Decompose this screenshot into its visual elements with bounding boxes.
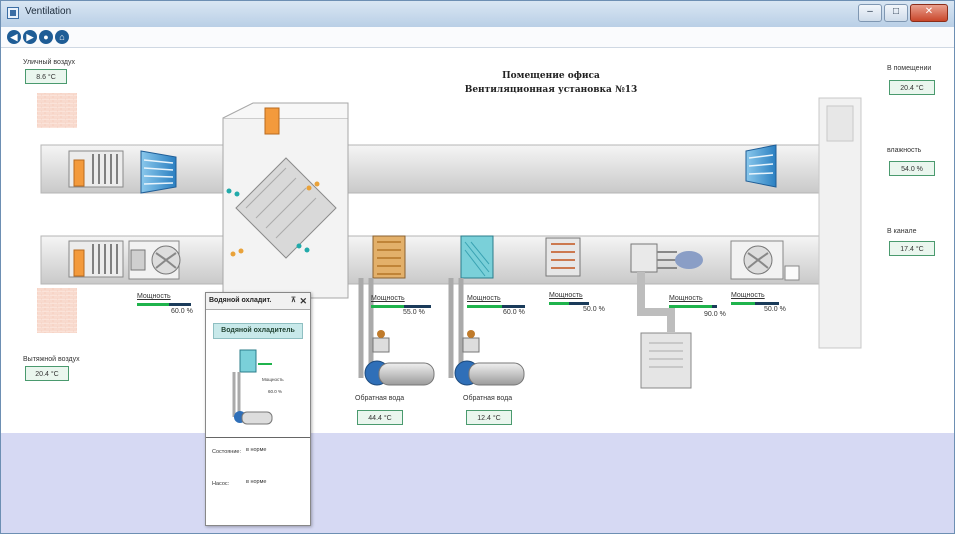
window-title: Ventilation (25, 6, 72, 17)
popup-header[interactable]: Водяной охладит. ⊼ ✕ (206, 293, 310, 310)
power-bar (467, 305, 502, 308)
channel-label: В канале (887, 228, 917, 235)
channel-value: 17.4 °C (889, 241, 935, 256)
power-label: Мощность (467, 295, 501, 302)
humidifier-unit (630, 243, 658, 273)
pin-icon[interactable]: ⊼ (291, 293, 296, 309)
app-window: Ventilation – □ ✕ ◀ ▶ ● ⌂ Помещение офис… (0, 0, 955, 534)
popup-close-icon[interactable]: ✕ (299, 293, 307, 309)
power-percent: 50.0 % (764, 306, 786, 313)
return-water-label: Обратная вода (463, 395, 513, 402)
scheme-drawing (37, 93, 862, 389)
water-cooler-popup[interactable]: Водяной охладит. ⊼ ✕ Водяной охладитель … (205, 292, 311, 526)
power-bar (549, 302, 569, 305)
power-bar (731, 302, 755, 305)
supply-filter (140, 150, 177, 194)
power-percent: 60.0 % (171, 308, 193, 315)
power-percent: 60.0 % (503, 309, 525, 316)
power-percent: 50.0 % (583, 306, 605, 313)
title-bar: Ventilation – □ ✕ (1, 1, 954, 28)
power-bar (669, 305, 713, 308)
room-label: В помещении (887, 65, 932, 72)
minimize-button[interactable]: – (858, 4, 882, 22)
power-percent: 90.0 % (704, 311, 726, 318)
page-subtitle: Вентиляционная установка №13 (464, 85, 638, 95)
popup-mini-percent: 60.0 % (268, 389, 283, 394)
power-label: Мощность (731, 292, 765, 299)
outdoor-value: 8.6 °C (25, 69, 67, 84)
popup-mini-label: Мощность (262, 377, 284, 382)
reload-icon[interactable]: ● (39, 30, 53, 44)
wall-lower (37, 288, 77, 333)
home-icon[interactable]: ⌂ (55, 30, 69, 44)
outdoor-label: Уличный воздух (23, 59, 75, 66)
humidity-label: влажность (887, 147, 922, 154)
forward-icon[interactable]: ▶ (23, 30, 37, 44)
close-button[interactable]: ✕ (910, 4, 948, 22)
wall-upper (37, 93, 77, 128)
pump-label: Насос: (212, 481, 230, 487)
page-title: Помещение офиса (502, 71, 600, 81)
cooler-pump (468, 362, 525, 386)
heater-pump (378, 362, 435, 386)
exhaust-label: Вытяжной воздух (23, 356, 80, 363)
maximize-button[interactable]: □ (884, 4, 908, 22)
power-label: Мощность (137, 293, 171, 300)
popup-tab-label: Водяной охладит. (209, 297, 272, 304)
power-label: Мощность (371, 295, 405, 302)
power-label: Мощность (549, 292, 583, 299)
back-icon[interactable]: ◀ (7, 30, 21, 44)
return-water-value: 12.4 °C (466, 410, 512, 425)
popup-preview (232, 349, 273, 425)
state-label: Состояние: (212, 449, 241, 455)
ventilation-scheme: Помещение офиса Вентиляционная установка… (1, 48, 954, 433)
nav-toolbar: ◀ ▶ ● ⌂ (1, 27, 954, 48)
humidity-value: 54.0 % (889, 161, 935, 176)
exhaust-value: 20.4 °C (25, 366, 69, 381)
return-water-label: Обратная вода (355, 395, 405, 402)
room-value: 20.4 °C (889, 80, 935, 95)
app-icon (7, 7, 19, 19)
power-bar (137, 303, 170, 306)
state-value: в норме (246, 447, 267, 453)
return-water-value: 44.4 °C (357, 410, 403, 425)
pump-value: в норме (246, 479, 267, 485)
popup-title: Водяной охладитель (213, 323, 303, 339)
power-percent: 55.0 % (403, 309, 425, 316)
humidifier-tank (640, 332, 692, 389)
lower-panel (1, 433, 954, 533)
power-bar (371, 305, 404, 308)
power-label: Мощность (669, 295, 703, 302)
